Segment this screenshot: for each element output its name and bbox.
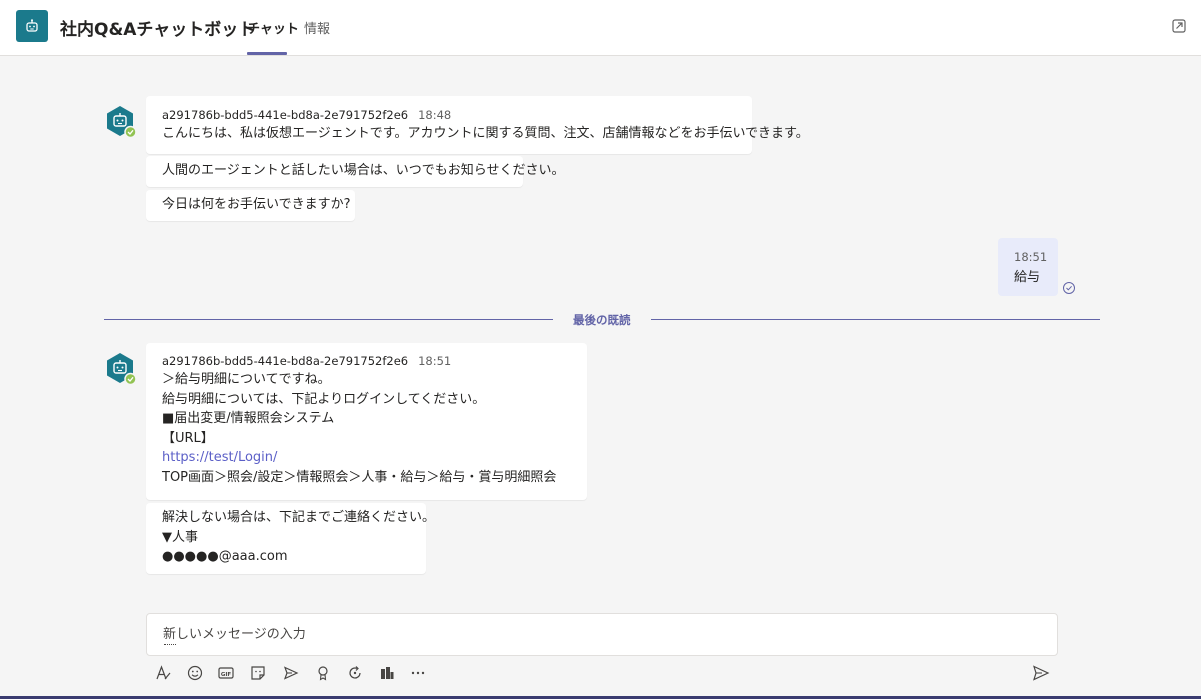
meet-now-icon[interactable] [281, 663, 301, 683]
last-read-divider: 最後の既読 [573, 313, 631, 327]
message-bubble: 今日は何をお手伝いできますか? [146, 190, 355, 221]
emoji-icon[interactable] [185, 663, 205, 683]
read-receipt-icon [1062, 280, 1076, 294]
tab-info[interactable]: 情報 [304, 18, 330, 37]
svg-text:GIF: GIF [221, 672, 232, 678]
compose-box[interactable] [146, 613, 1058, 656]
sticker-icon[interactable] [248, 663, 268, 683]
message-line: ●●●●●@aaa.com [162, 549, 288, 564]
header: 社内Q&Aチャットボット チャット 情報 [0, 0, 1201, 56]
format-icon[interactable] [153, 663, 173, 683]
message-input[interactable] [147, 614, 1057, 655]
message-line: TOP画面＞照会/設定＞情報照会＞人事・給与＞給与・賞与明細照会 [162, 469, 557, 485]
divider-line [104, 319, 553, 320]
message-bubble: a291786b-bdd5-441e-bd8a-2e791752f2e6 18:5… [146, 343, 587, 500]
message-text: こんにちは、私は仮想エージェントです。アカウントに関する質問、注文、店舗情報など… [162, 126, 809, 141]
divider-line [651, 319, 1100, 320]
my-message-bubble: 18:51 給与 [998, 238, 1058, 296]
message-time: 18:51 [1014, 250, 1048, 264]
tab-chat[interactable]: チャット [247, 18, 299, 37]
message-sender: a291786b-bdd5-441e-bd8a-2e791752f2e6 [162, 108, 409, 122]
more-options-icon[interactable] [408, 663, 428, 683]
login-link[interactable]: https://test/Login/ [162, 448, 571, 468]
bot-avatar[interactable] [104, 352, 137, 386]
input-cursor-marker [164, 644, 176, 646]
message-time: 18:48 [418, 108, 452, 122]
bot-icon [16, 10, 48, 42]
message-line: 解決しない場合は、下記までご連絡ください。 [162, 510, 436, 525]
message-bubble: 人間のエージェントと話したい場合は、いつでもお知らせください。 [146, 156, 565, 187]
message-sender: a291786b-bdd5-441e-bd8a-2e791752f2e6 [162, 354, 409, 368]
message-text: 人間のエージェントと話したい場合は、いつでもお知らせください。 [162, 163, 565, 178]
bot-avatar[interactable] [104, 105, 137, 139]
message-line: ＞給与明細についてですね。 [162, 372, 331, 387]
message-line: ■届出変更/情報照会システム [162, 411, 335, 426]
loop-icon[interactable] [345, 663, 365, 683]
message-text: 今日は何をお手伝いできますか? [162, 197, 351, 212]
popout-icon[interactable] [1171, 18, 1187, 34]
active-tab-indicator [247, 52, 287, 55]
message-line: ▼人事 [162, 529, 198, 545]
message-line: 【URL】 [162, 430, 214, 446]
message-text: 給与 [1014, 270, 1041, 285]
message-line: 給与明細については、下記よりログインしてください。 [162, 391, 486, 407]
apps-icon[interactable] [377, 663, 397, 683]
praise-icon[interactable] [313, 663, 333, 683]
app-title: 社内Q&Aチャットボット [60, 20, 256, 40]
message-bubble: a291786b-bdd5-441e-bd8a-2e791752f2e6 18:4… [146, 96, 809, 154]
message-time: 18:51 [418, 354, 452, 368]
gif-icon[interactable]: GIF [216, 663, 236, 683]
send-icon[interactable] [1031, 663, 1051, 683]
message-bubble: 解決しない場合は、下記までご連絡ください。 ▼人事 ●●●●●@aaa.com [146, 503, 436, 574]
